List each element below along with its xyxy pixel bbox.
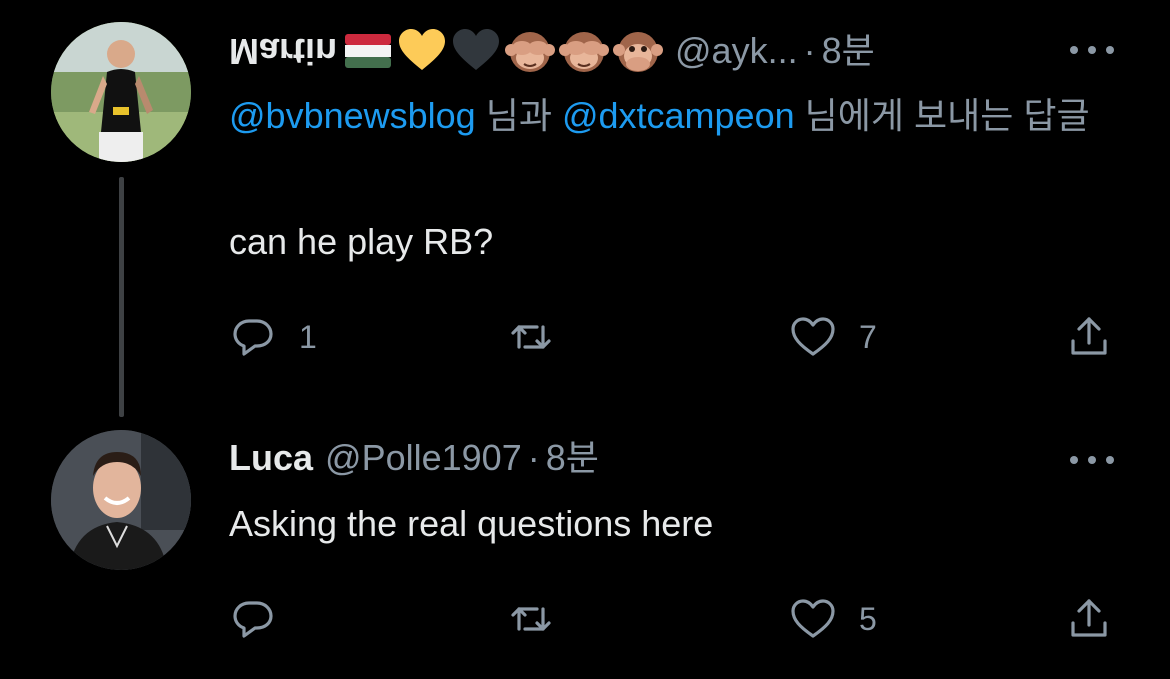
- tweet-text: Asking the real questions here: [229, 503, 714, 544]
- name-emojis: [343, 26, 663, 76]
- handle[interactable]: @ayk...: [675, 29, 798, 73]
- tweet-header: Martin @ayk... · 8분: [229, 26, 875, 76]
- like-count: 7: [859, 318, 877, 355]
- reply-button[interactable]: [229, 594, 299, 644]
- tweet-actions: 1 7: [229, 312, 1129, 362]
- share-icon: [1071, 317, 1107, 355]
- avatar[interactable]: [51, 430, 191, 570]
- hungary-flag-icon: [343, 26, 393, 76]
- retweet-button[interactable]: [507, 594, 577, 644]
- timestamp[interactable]: 8분: [822, 29, 875, 73]
- reply-icon: [233, 319, 273, 356]
- retweet-icon: [511, 325, 551, 349]
- avatar[interactable]: [51, 22, 191, 162]
- more-options-icon[interactable]: [1070, 450, 1114, 470]
- like-count: 5: [859, 600, 877, 637]
- handle[interactable]: @Polle1907: [325, 436, 522, 480]
- share-button[interactable]: [1065, 594, 1113, 644]
- tweet-actions: 5: [229, 594, 1129, 644]
- tweet-text: can he play RB?: [229, 221, 494, 262]
- retweet-button[interactable]: [507, 312, 577, 362]
- heart-icon: [791, 599, 835, 638]
- tweet[interactable]: Martin @ayk... · 8분 @bvbnewsblog 님과 @dxt…: [0, 0, 1170, 420]
- reply-count: 1: [299, 318, 317, 355]
- display-name[interactable]: Martin: [229, 29, 337, 73]
- thread-line: [119, 177, 124, 417]
- replying-suffix: 님에게 보내는 답글: [794, 95, 1090, 136]
- share-button[interactable]: [1065, 312, 1113, 362]
- heart-icon: [791, 317, 835, 356]
- tweet-header: Luca @Polle1907 · 8분: [229, 436, 599, 480]
- timestamp[interactable]: 8분: [546, 436, 599, 480]
- black-heart-icon: [451, 26, 501, 76]
- reply-button[interactable]: 1: [229, 312, 317, 362]
- display-name[interactable]: Luca: [229, 436, 313, 480]
- speak-no-evil-monkey-icon: [613, 26, 663, 76]
- share-icon: [1071, 599, 1107, 637]
- like-button[interactable]: 5: [789, 594, 877, 644]
- replying-to: @bvbnewsblog 님과 @dxtcampeon 님에게 보내는 답글: [229, 88, 1129, 144]
- reply-icon: [233, 601, 273, 638]
- separator: ·: [803, 30, 816, 71]
- retweet-icon: [511, 607, 551, 631]
- yellow-heart-icon: [397, 26, 447, 76]
- see-no-evil-monkey-icon: [559, 26, 609, 76]
- separator: ·: [527, 437, 540, 478]
- replying-connector: 님과: [475, 95, 562, 136]
- like-button[interactable]: 7: [789, 312, 877, 362]
- tweet[interactable]: Luca @Polle1907 · 8분 Asking the real que…: [0, 420, 1170, 679]
- more-options-icon[interactable]: [1070, 40, 1114, 60]
- see-no-evil-monkey-icon: [505, 26, 555, 76]
- mention-link[interactable]: @dxtcampeon: [562, 95, 795, 136]
- mention-link[interactable]: @bvbnewsblog: [229, 95, 476, 136]
